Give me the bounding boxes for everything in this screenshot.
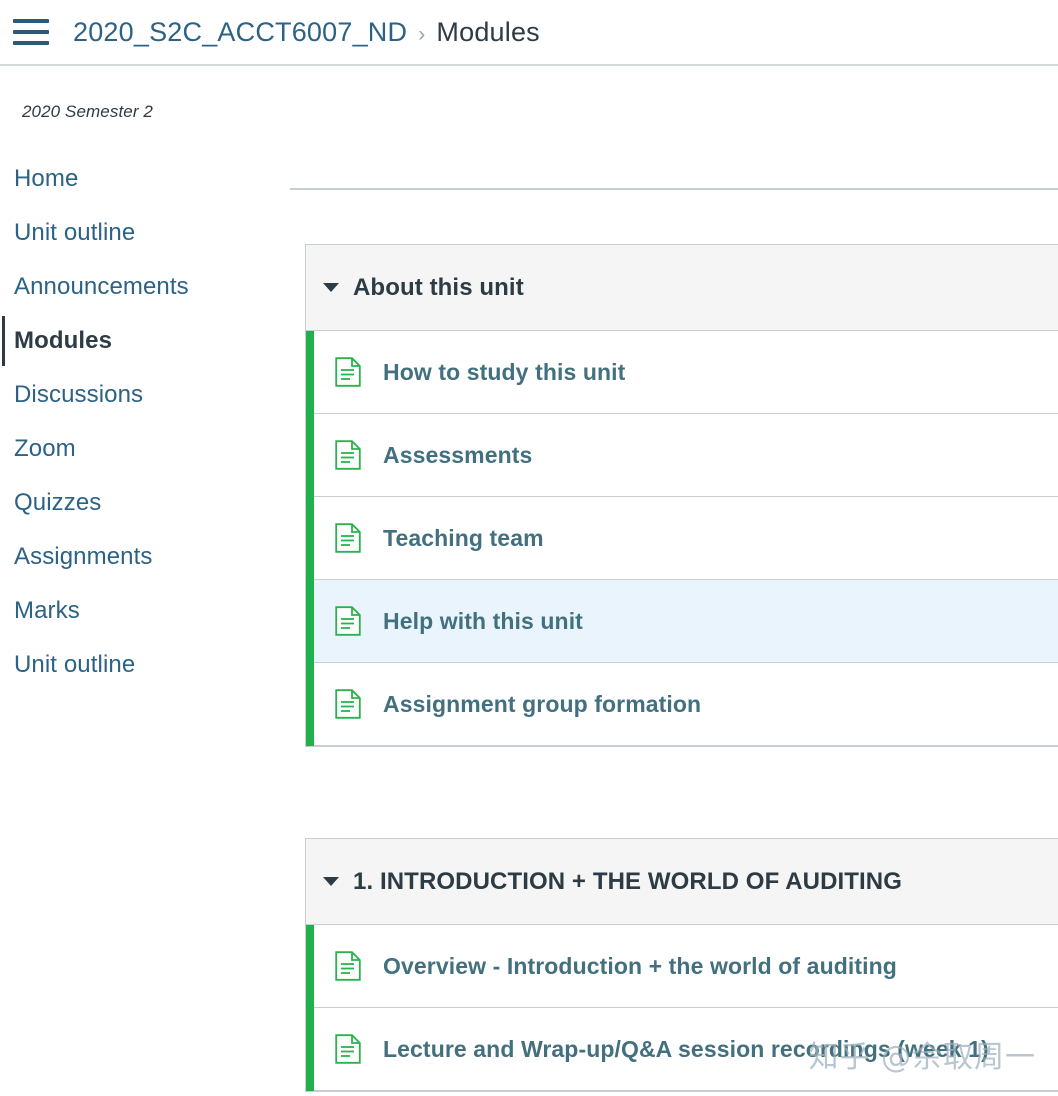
module-item-label: Assessments xyxy=(383,441,533,468)
hamburger-line xyxy=(13,30,49,34)
module-header[interactable]: About this unit xyxy=(306,245,1058,331)
sidebar-item-announcements[interactable]: Announcements xyxy=(0,260,290,314)
breadcrumb-course-link[interactable]: 2020_S2C_ACCT6007_ND xyxy=(73,17,407,48)
module-item-label: Assignment group formation xyxy=(383,690,702,717)
sidebar-item-unit-outline-secondary[interactable]: Unit outline xyxy=(0,638,290,692)
term-label: 2020 Semester 2 xyxy=(22,102,153,121)
document-icon xyxy=(335,357,361,387)
document-icon xyxy=(335,689,361,719)
module-item-row-selected[interactable]: Help with this unit xyxy=(314,580,1058,663)
sidebar-item-unit-outline[interactable]: Unit outline xyxy=(0,206,290,260)
hamburger-line xyxy=(13,19,49,23)
caret-down-icon[interactable] xyxy=(323,283,339,292)
breadcrumb-separator-icon: › xyxy=(418,22,426,46)
modules-main-content: About this unit How to study this unit A… xyxy=(290,66,1058,1096)
module-item-label: How to study this unit xyxy=(383,358,626,385)
caret-down-icon[interactable] xyxy=(323,877,339,886)
module-item-row[interactable]: Overview - Introduction + the world of a… xyxy=(314,925,1058,1008)
sidebar-item-assignments[interactable]: Assignments xyxy=(0,530,290,584)
module-item-label: Lecture and Wrap-up/Q&A session recordin… xyxy=(383,1035,989,1062)
module-item-row[interactable]: Assignment group formation xyxy=(314,663,1058,746)
module-items-list: Overview - Introduction + the world of a… xyxy=(306,925,1058,1091)
course-sidebar-nav: 2020 Semester 2 Home Unit outline Announ… xyxy=(0,66,290,1096)
sidebar-item-quizzes[interactable]: Quizzes xyxy=(0,476,290,530)
hamburger-line xyxy=(13,41,49,45)
hamburger-menu-icon[interactable] xyxy=(13,19,49,45)
sidebar-item-zoom[interactable]: Zoom xyxy=(0,422,290,476)
breadcrumb-current-page: Modules xyxy=(436,16,540,47)
module-item-row[interactable]: Lecture and Wrap-up/Q&A session recordin… xyxy=(314,1008,1058,1091)
document-icon xyxy=(335,951,361,981)
document-icon xyxy=(335,523,361,553)
sidebar-item-discussions[interactable]: Discussions xyxy=(0,368,290,422)
sidebar-item-home[interactable]: Home xyxy=(0,152,290,206)
content-top-divider xyxy=(290,188,1058,190)
module-item-label: Help with this unit xyxy=(383,607,583,634)
module-item-row[interactable]: Assessments xyxy=(314,414,1058,497)
breadcrumb: 2020_S2C_ACCT6007_ND › Modules xyxy=(73,17,540,48)
top-breadcrumb-bar: 2020_S2C_ACCT6007_ND › Modules xyxy=(0,0,1058,66)
module-item-label: Teaching team xyxy=(383,524,544,551)
sidebar-item-modules[interactable]: Modules xyxy=(0,314,290,368)
sidebar-item-marks[interactable]: Marks xyxy=(0,584,290,638)
module-item-row[interactable]: How to study this unit xyxy=(314,331,1058,414)
module-title: 1. INTRODUCTION + THE WORLD OF AUDITING xyxy=(353,867,902,895)
module-header[interactable]: 1. INTRODUCTION + THE WORLD OF AUDITING xyxy=(306,839,1058,925)
module-card: About this unit How to study this unit A… xyxy=(305,244,1058,747)
module-card: 1. INTRODUCTION + THE WORLD OF AUDITING … xyxy=(305,838,1058,1092)
module-title: About this unit xyxy=(353,273,524,301)
document-icon xyxy=(335,1034,361,1064)
module-item-label: Overview - Introduction + the world of a… xyxy=(383,952,897,979)
document-icon xyxy=(335,606,361,636)
module-items-list: How to study this unit Assessments Teach… xyxy=(306,331,1058,746)
module-item-row[interactable]: Teaching team xyxy=(314,497,1058,580)
document-icon xyxy=(335,440,361,470)
